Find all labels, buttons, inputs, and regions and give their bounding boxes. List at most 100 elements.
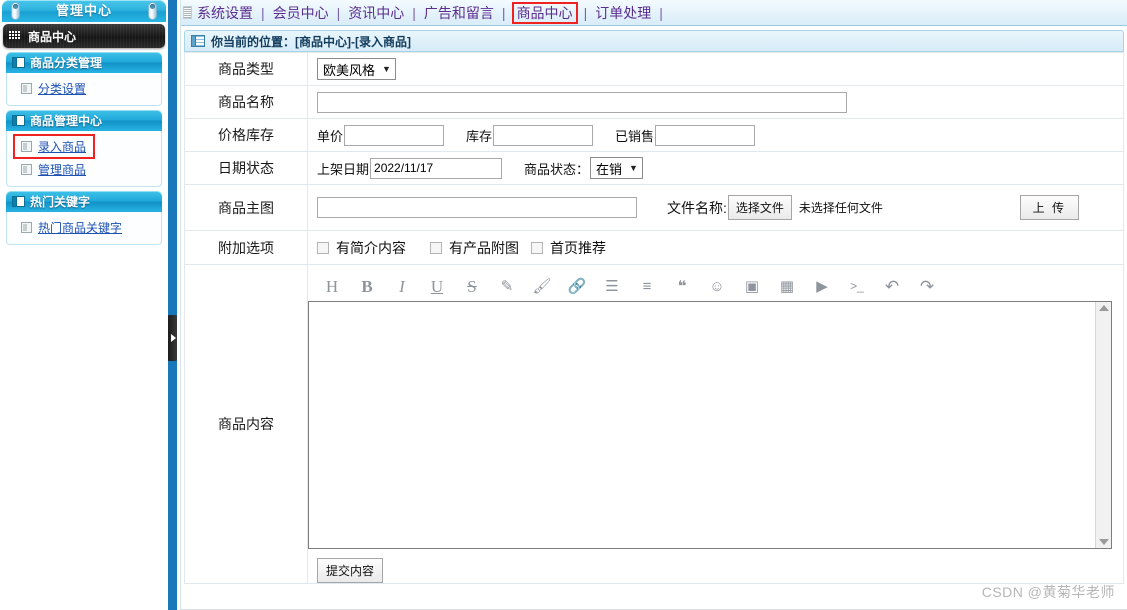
- checkbox-has-intro[interactable]: [317, 241, 329, 254]
- redo-icon[interactable]: ↷: [919, 278, 935, 295]
- chevron-down-icon: ▼: [382, 64, 391, 74]
- label-sold: 已销售: [615, 128, 655, 144]
- field-product-type: 欧美风格 ▼: [307, 52, 1124, 86]
- pen-icon[interactable]: ✎: [499, 278, 515, 294]
- sidebar-item-add-product[interactable]: 录入商品: [7, 134, 161, 159]
- product-form: 商品类型 欧美风格 ▼ 商品名称 价格库存 单价 库存 已销售 日期状态 上架日…: [184, 52, 1124, 584]
- window-icon: [12, 115, 25, 126]
- editor-body[interactable]: [308, 301, 1112, 549]
- sidebar-splitter[interactable]: [168, 0, 177, 610]
- form-row-main-image: 商品主图 文件名称: 选择文件 未选择任何文件 上 传: [184, 184, 1124, 231]
- nav-item-member-center[interactable]: 会员中心: [269, 3, 333, 23]
- form-row-extra-options: 附加选项 有简介内容 有产品附图 首页推荐: [184, 230, 1124, 265]
- scroll-down-icon[interactable]: [1098, 539, 1109, 545]
- breadcrumb-text: 你当前的位置：[商品中心]-[录入商品]: [211, 34, 411, 49]
- sidebar-group-body: 录入商品 管理商品: [6, 131, 162, 187]
- italic-icon[interactable]: I: [394, 278, 410, 295]
- heading-icon[interactable]: H: [324, 278, 340, 295]
- label-date-status: 日期状态: [184, 151, 308, 185]
- form-row-price-stock: 价格库存 单价 库存 已销售: [184, 118, 1124, 152]
- sidebar-collapse-handle[interactable]: [168, 315, 177, 361]
- sidebar-group-body: 热门商品关键字: [6, 212, 162, 245]
- bold-icon[interactable]: B: [359, 278, 375, 295]
- field-date-status: 上架日期 商品状态： 在销 ▼: [307, 151, 1124, 185]
- product-status-select[interactable]: 在销 ▼: [590, 157, 643, 179]
- sold-input[interactable]: [655, 124, 756, 146]
- product-name-input[interactable]: [317, 91, 847, 113]
- nav-item-ads-and-messages[interactable]: 广告和留言: [420, 3, 498, 23]
- sidebar-current-module-label: 商品中心: [28, 29, 77, 44]
- sidebar-group-header[interactable]: 热门关键字: [6, 191, 162, 212]
- top-navigation: 系统设置 | 会员中心 | 资讯中心 | 广告和留言 | 商品中心 | 订单处理…: [181, 0, 1127, 26]
- bullet-list-icon[interactable]: ☰: [604, 278, 620, 294]
- sidebar-item-category-settings[interactable]: 分类设置: [7, 77, 161, 100]
- main-image-input[interactable]: [317, 197, 637, 218]
- label-shelf-date: 上架日期: [317, 161, 370, 177]
- editor-scrollbar[interactable]: [1095, 302, 1111, 548]
- table-icon[interactable]: ▦: [779, 278, 795, 294]
- video-icon[interactable]: ▶: [814, 278, 830, 294]
- field-extra-options: 有简介内容 有产品附图 首页推荐: [307, 230, 1124, 265]
- checkbox-has-attached-images[interactable]: [430, 241, 442, 254]
- brush-icon[interactable]: 🖌: [532, 278, 551, 294]
- emoji-icon[interactable]: ☺: [709, 278, 725, 294]
- nav-item-order-processing[interactable]: 订单处理: [591, 3, 655, 23]
- editor-toolbar: H B I U S ✎ 🖌 🔗 ☰ ≡ ❝ ☺ ▣ ▦ ▶ >_ ↶ ↷: [308, 271, 1123, 301]
- sidebar-item-label: 热门商品关键字: [38, 221, 123, 235]
- nav-separator: |: [501, 4, 506, 21]
- unit-price-input[interactable]: [344, 124, 445, 146]
- label-file-name: 文件名称:: [667, 199, 727, 216]
- field-product-content: H B I U S ✎ 🖌 🔗 ☰ ≡ ❝ ☺ ▣ ▦ ▶ >_ ↶ ↷ 提交内…: [307, 264, 1124, 584]
- underline-icon[interactable]: U: [429, 278, 445, 295]
- label-main-image: 商品主图: [184, 184, 308, 231]
- nav-item-product-center[interactable]: 商品中心: [511, 1, 578, 24]
- document-icon: [21, 83, 32, 94]
- document-icon: [21, 164, 32, 175]
- nav-separator: |: [261, 4, 265, 21]
- scroll-up-icon[interactable]: [1098, 305, 1109, 311]
- breadcrumb: 你当前的位置：[商品中心]-[录入商品]: [184, 30, 1124, 52]
- watermark: CSDN @黄菊华老师: [981, 584, 1115, 600]
- product-type-select[interactable]: 欧美风格 ▼: [317, 58, 396, 80]
- sidebar-group-hot-keywords: 热门关键字 热门商品关键字: [6, 191, 162, 245]
- checkbox-label-homepage-recommend: 首页推荐: [550, 239, 606, 256]
- submit-content-button[interactable]: 提交内容: [317, 558, 384, 583]
- grid-icon: [9, 31, 22, 41]
- checkbox-homepage-recommend[interactable]: [531, 241, 543, 254]
- sidebar-item-hot-product-keywords[interactable]: 热门商品关键字: [7, 216, 161, 239]
- field-price-stock: 单价 库存 已销售: [307, 118, 1124, 152]
- product-type-value: 欧美风格: [323, 62, 376, 78]
- sidebar-header-title: 管理中心: [55, 3, 112, 18]
- sidebar-group-header[interactable]: 商品管理中心: [6, 110, 162, 131]
- label-product-name: 商品名称: [184, 85, 308, 119]
- nav-item-system-settings[interactable]: 系统设置: [193, 3, 257, 23]
- stock-input[interactable]: [493, 124, 594, 146]
- label-product-content: 商品内容: [184, 264, 308, 584]
- align-icon[interactable]: ≡: [639, 278, 655, 294]
- nav-item-news-center[interactable]: 资讯中心: [344, 3, 408, 23]
- quote-icon[interactable]: ❝: [674, 278, 690, 294]
- nav-separator: |: [659, 4, 663, 21]
- code-icon[interactable]: >_: [849, 278, 865, 294]
- no-file-selected-text: 未选择任何文件: [798, 201, 883, 215]
- sidebar-group-header[interactable]: 商品分类管理: [6, 52, 162, 73]
- sidebar-item-label: 录入商品: [38, 140, 87, 154]
- pin-right-icon: [148, 2, 157, 20]
- link-icon[interactable]: 🔗: [568, 278, 587, 294]
- label-stock: 库存: [466, 128, 493, 144]
- sidebar-current-module[interactable]: 商品中心: [3, 24, 165, 48]
- strikethrough-icon[interactable]: S: [464, 278, 480, 295]
- editor-canvas[interactable]: [309, 302, 1095, 548]
- form-row-content: 商品内容 H B I U S ✎ 🖌 🔗 ☰ ≡ ❝ ☺ ▣ ▦ ▶ >_ ↶ …: [184, 264, 1124, 584]
- nav-separator: |: [583, 4, 588, 21]
- shelf-date-input[interactable]: [370, 157, 503, 179]
- image-icon[interactable]: ▣: [744, 278, 760, 294]
- upload-button[interactable]: 上 传: [1019, 195, 1079, 220]
- chevron-down-icon: ▼: [629, 163, 638, 173]
- undo-icon[interactable]: ↶: [884, 278, 900, 295]
- choose-file-button[interactable]: 选择文件: [727, 195, 792, 220]
- content-panel: 你当前的位置：[商品中心]-[录入商品] 商品类型 欧美风格 ▼ 商品名称 价格…: [181, 26, 1127, 610]
- sidebar-item-manage-product[interactable]: 管理商品: [7, 158, 161, 181]
- label-extra-options: 附加选项: [184, 230, 308, 265]
- sidebar-item-label: 分类设置: [38, 82, 87, 96]
